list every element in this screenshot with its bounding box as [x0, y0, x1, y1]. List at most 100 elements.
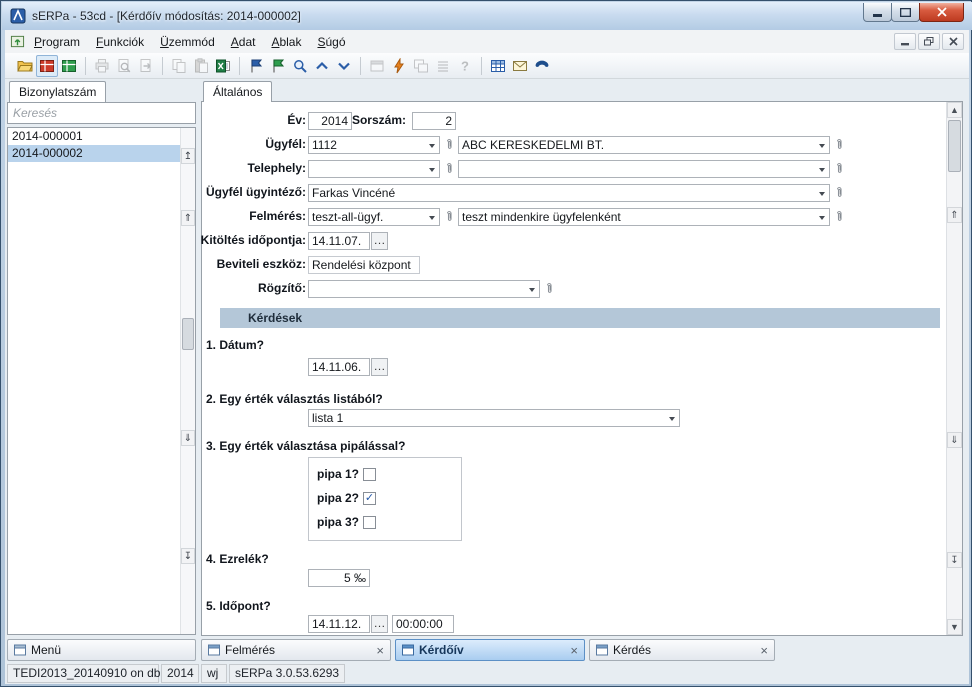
grid-button[interactable] — [487, 55, 509, 77]
scroll-pageup-button[interactable]: ⇑ — [947, 207, 962, 223]
menu-program[interactable]: Program — [27, 32, 87, 52]
print-preview-button[interactable] — [113, 55, 135, 77]
contact-combo[interactable]: Farkas Vincéné — [308, 184, 830, 202]
print-button[interactable] — [91, 55, 113, 77]
question-5-date-field[interactable]: 14.11.12. — [308, 615, 370, 633]
scroll-pagedown-button[interactable]: ⇓ — [947, 432, 962, 448]
help-button[interactable]: ? — [454, 55, 476, 77]
tab-close-icon[interactable]: × — [376, 644, 384, 657]
copy-window-button[interactable] — [410, 55, 432, 77]
attachment-icon[interactable] — [832, 184, 846, 202]
flag-blue-button[interactable] — [245, 55, 267, 77]
site-code-combo[interactable] — [308, 160, 440, 178]
customer-name-combo[interactable]: ABC KERESKEDELMI BT. — [458, 136, 830, 154]
prev-record-button[interactable] — [311, 55, 333, 77]
minimize-button[interactable] — [863, 3, 892, 22]
tab-felmeres[interactable]: Felmérés × — [201, 639, 391, 661]
pipa2-label: pipa 2? — [317, 490, 359, 507]
survey-code-combo[interactable]: teszt-all-ügyf. — [308, 208, 440, 226]
tab-close-icon[interactable]: × — [570, 644, 578, 657]
app-window: sERPa - 53cd - [Kérdőív módosítás: 2014-… — [0, 0, 972, 687]
tab-kerdoiv[interactable]: Kérdőív × — [395, 639, 585, 661]
menu-ablak[interactable]: Ablak — [264, 32, 308, 52]
tab-bizonylatszam[interactable]: Bizonylatszám — [9, 81, 106, 102]
scroll-last-button[interactable]: ↧ — [947, 552, 962, 568]
scroll-up-button[interactable]: ▲ — [947, 102, 962, 118]
phone-button[interactable] — [531, 55, 553, 77]
attachment-icon[interactable] — [832, 136, 846, 154]
list-scroll-pageup-button[interactable]: ⇑ — [181, 210, 195, 226]
question-2-combo[interactable]: lista 1 — [308, 409, 680, 427]
question-5-time-field[interactable]: 00:00:00 — [392, 615, 454, 633]
menu-sugo[interactable]: Súgó — [310, 32, 352, 52]
excel-button[interactable] — [212, 55, 234, 77]
child-window-icon[interactable] — [10, 34, 25, 49]
copy-window-icon — [413, 58, 429, 74]
list-scrollbar-thumb[interactable] — [182, 318, 194, 350]
mdi-restore-button[interactable] — [918, 33, 940, 50]
execute-button[interactable] — [388, 55, 410, 77]
tab-altalanos[interactable]: Általános — [203, 81, 272, 102]
list-scrollbar[interactable]: ↥ ⇑ ⇓ ↧ — [180, 128, 195, 634]
scrollbar-thumb[interactable] — [948, 120, 961, 172]
mdi-close-button[interactable] — [942, 33, 964, 50]
site-name-combo[interactable] — [458, 160, 830, 178]
attachment-icon[interactable] — [832, 160, 846, 178]
serial-field[interactable]: 2 — [412, 112, 456, 130]
window-button[interactable] — [366, 55, 388, 77]
insert-button[interactable] — [58, 55, 80, 77]
survey-name-combo[interactable]: teszt mindenkire ügyfelenként — [458, 208, 830, 226]
export-button[interactable] — [135, 55, 157, 77]
open-button[interactable] — [14, 55, 36, 77]
flag-green-icon — [270, 58, 286, 74]
paste-button[interactable] — [190, 55, 212, 77]
attachment-icon[interactable] — [832, 208, 846, 226]
modify-button[interactable] — [36, 55, 58, 77]
question-1-date-field[interactable]: 14.11.06. — [308, 358, 370, 376]
mail-button[interactable] — [509, 55, 531, 77]
contact-label: Ügyfél ügyintéző: — [206, 185, 306, 199]
scroll-down-button[interactable]: ▼ — [947, 619, 962, 635]
next-record-button[interactable] — [333, 55, 355, 77]
attachment-icon[interactable] — [542, 280, 556, 298]
maximize-button[interactable] — [891, 3, 920, 22]
menu-adat[interactable]: Adat — [224, 32, 263, 52]
help-icon: ? — [457, 58, 473, 74]
attachment-icon[interactable] — [442, 208, 456, 226]
main-scrollbar[interactable]: ▲ ⇑ ⇓ ↧ ▼ — [946, 102, 962, 635]
search-input[interactable] — [7, 102, 196, 124]
toolbar-separator — [239, 57, 240, 75]
close-button[interactable] — [919, 3, 964, 22]
list-item-selected[interactable]: 2014-000002 — [8, 145, 180, 162]
tab-close-icon[interactable]: × — [760, 644, 768, 657]
list-scroll-first-button[interactable]: ↥ — [181, 148, 195, 164]
menu-panel-tab[interactable]: Menü — [7, 639, 196, 661]
app-icon[interactable] — [10, 8, 26, 24]
question-1-date-picker-button[interactable]: … — [371, 358, 388, 376]
flag-green-button[interactable] — [267, 55, 289, 77]
question-5-date-picker-button[interactable]: … — [371, 615, 388, 633]
mdi-minimize-button[interactable] — [894, 33, 916, 50]
list-button[interactable] — [432, 55, 454, 77]
menu-uzemmod[interactable]: Üzemmód — [153, 32, 222, 52]
attachment-icon[interactable] — [442, 160, 456, 178]
list-item[interactable]: 2014-000001 — [8, 128, 180, 145]
question-4-field[interactable]: 5 ‰ — [308, 569, 370, 587]
filled-date-field[interactable]: 14.11.07. — [308, 232, 370, 250]
copy-button[interactable] — [168, 55, 190, 77]
pipa2-checkbox-checked[interactable]: ✓ — [363, 492, 376, 505]
tab-kerdes[interactable]: Kérdés × — [589, 639, 775, 661]
customer-code-combo[interactable]: 1112 — [308, 136, 440, 154]
year-field[interactable]: 2014 — [308, 112, 352, 130]
search-button[interactable] — [289, 55, 311, 77]
attachment-icon[interactable] — [442, 136, 456, 154]
filled-date-picker-button[interactable]: … — [371, 232, 388, 250]
pipa3-checkbox[interactable] — [363, 516, 376, 529]
recorder-combo[interactable] — [308, 280, 540, 298]
list-scroll-pagedown-button[interactable]: ⇓ — [181, 430, 195, 446]
list-scroll-last-button[interactable]: ↧ — [181, 548, 195, 564]
document-list: 2014-000001 2014-000002 ↥ ⇑ ⇓ ↧ — [7, 127, 196, 635]
pipa1-checkbox[interactable] — [363, 468, 376, 481]
survey-name-value: teszt mindenkire ügyfelenként — [462, 210, 621, 224]
menu-funkciok[interactable]: Funkciók — [89, 32, 151, 52]
